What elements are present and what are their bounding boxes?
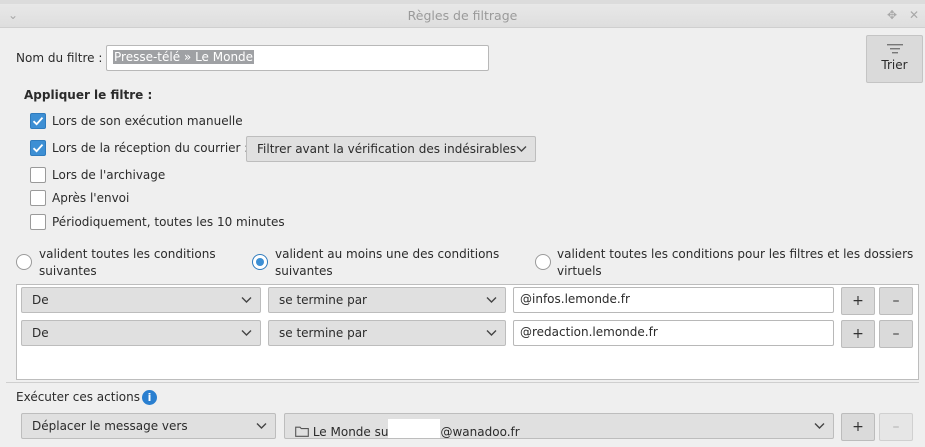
filter-name-value: Presse-télé » Le Monde [113,50,255,64]
sort-button[interactable]: Trier [866,35,923,83]
action-type-value: Déplacer le message vers [32,419,188,433]
option-on-receive-label: Lors de la réception du courrier : [52,141,249,155]
target-folder-suffix: @wanadoo.fr [440,425,520,439]
remove-condition-button[interactable]: – [879,287,913,315]
condition-field-dropdown[interactable]: De [21,320,261,346]
option-after-send-label: Après l'envoi [52,191,130,205]
checkbox-after-send[interactable] [30,190,46,206]
option-periodic-label: Périodiquement, toutes les 10 minutes [52,215,285,229]
sort-lines-icon [886,44,903,54]
option-manual-run-label: Lors de son exécution manuelle [52,114,243,128]
condition-value-input[interactable]: @redaction.lemonde.fr [513,320,834,346]
condition-field-value: De [32,293,49,307]
checkbox-on-receive[interactable] [30,140,46,156]
radio-match-virtual-label: valident toutes les conditions pour les … [557,247,914,278]
filter-name-label: Nom du filtre : [16,51,103,65]
reception-mode-value: Filtrer avant la vérification des indési… [257,142,517,156]
chevron-down-icon [516,146,527,152]
info-icon[interactable]: i [142,390,157,405]
add-condition-button[interactable]: + [841,287,875,315]
radio-match-all-label: valident toutes les conditions suivantes [39,247,216,278]
checkbox-periodic[interactable] [30,214,46,230]
target-folder-prefix: Le Monde su [312,425,389,439]
checkbox-manual-run[interactable] [30,113,46,129]
condition-value-text: @redaction.lemonde.fr [520,325,658,339]
chevron-down-icon [256,423,267,429]
remove-action-button[interactable]: – [879,413,913,441]
condition-field-dropdown[interactable]: De [21,287,261,313]
condition-value-input[interactable]: @infos.lemonde.fr [513,287,834,313]
radio-match-virtual[interactable] [535,254,551,270]
actions-label: Exécuter ces actions : [16,390,148,404]
add-action-button[interactable]: + [841,413,875,441]
add-condition-button[interactable]: + [841,320,875,348]
remove-condition-button[interactable]: – [879,320,913,348]
chevron-down-icon [486,330,497,336]
chevron-down-icon [241,297,252,303]
checkmark-icon [32,117,44,126]
condition-value-text: @infos.lemonde.fr [520,292,630,306]
sort-label: Trier [881,58,908,72]
condition-operator-dropdown[interactable]: se termine par [268,287,506,313]
folder-icon [295,426,309,437]
radio-match-all[interactable] [16,254,32,270]
action-type-dropdown[interactable]: Déplacer le message vers [21,413,276,439]
target-folder-dropdown[interactable]: Le Monde su @wanadoo.fr [284,413,834,439]
condition-operator-value: se termine par [279,326,367,340]
condition-field-value: De [32,326,49,340]
chevron-down-icon [241,330,252,336]
keep-above-icon[interactable]: ✥ [887,8,897,22]
checkmark-icon [32,144,44,153]
condition-operator-value: se termine par [279,293,367,307]
filter-name-input[interactable]: Presse-télé » Le Monde [106,45,489,71]
radio-match-any[interactable] [252,254,268,270]
section-separator [6,382,919,383]
apply-heading: Appliquer le filtre : [24,88,153,102]
radio-selected-dot [256,258,264,266]
option-on-archive-label: Lors de l'archivage [52,168,166,182]
checkbox-on-archive[interactable] [30,167,46,183]
chevron-down-icon [814,423,825,429]
radio-match-any-label: valident au moins une des conditions suiv… [275,247,500,278]
redacted-block [388,419,441,438]
reception-mode-dropdown[interactable]: Filtrer avant la vérification des indési… [246,136,536,162]
close-icon[interactable]: ✕ [909,8,919,22]
chevron-down-icon [486,297,497,303]
condition-operator-dropdown[interactable]: se termine par [268,320,506,346]
window-title: Règles de filtrage [407,8,518,23]
title-bar: ⌄ Règles de filtrage ✥ ✕ [0,4,925,28]
